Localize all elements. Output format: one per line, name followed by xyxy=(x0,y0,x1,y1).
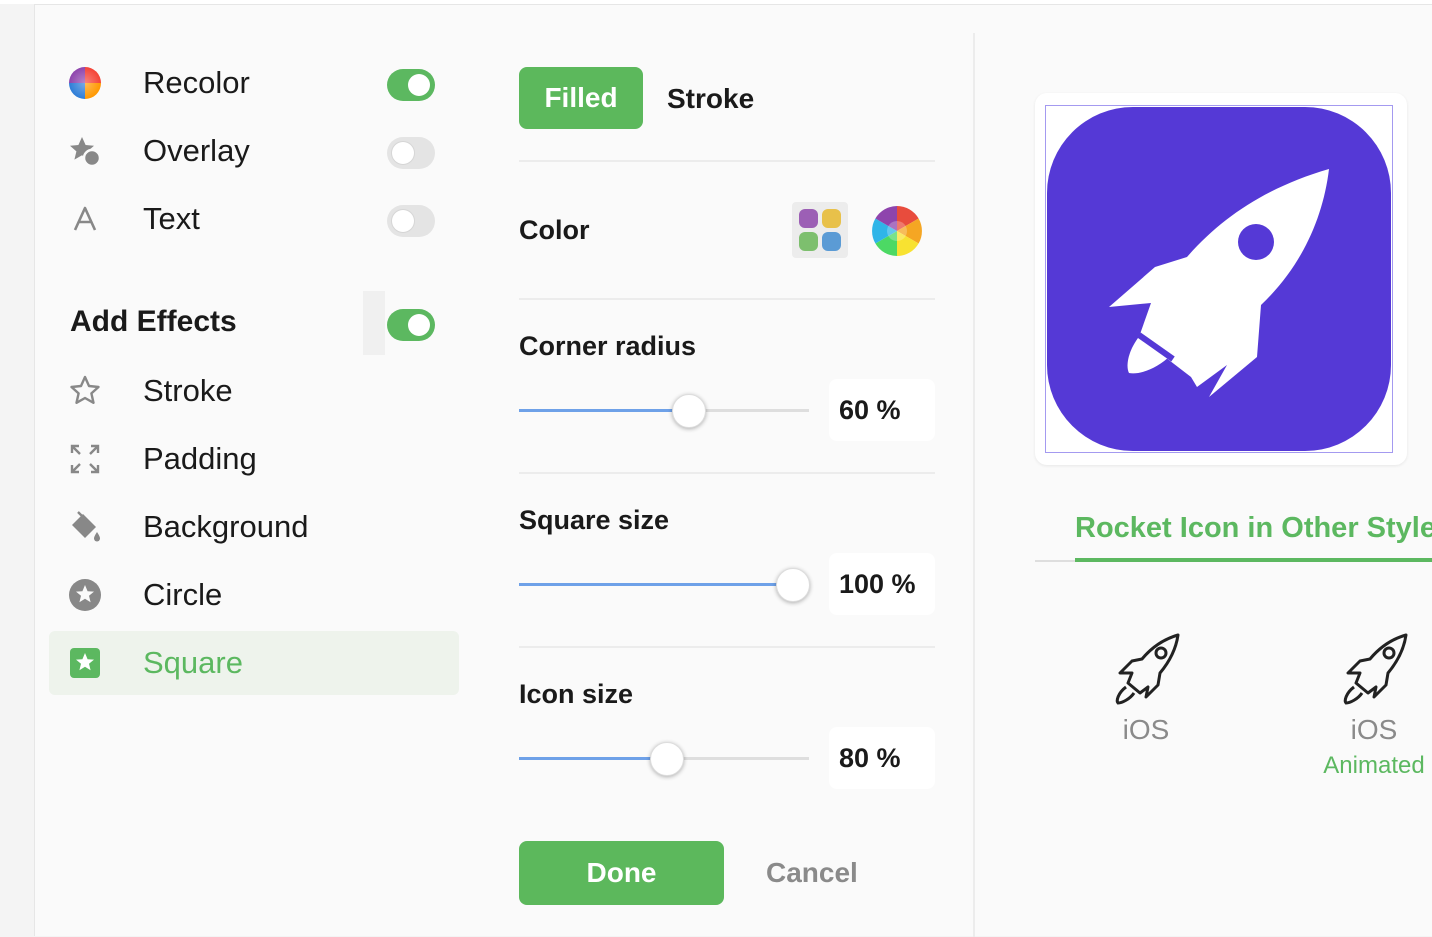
effect-label: Background xyxy=(143,509,309,544)
effects-toggle[interactable] xyxy=(387,309,435,341)
preview-square-background xyxy=(1047,107,1391,451)
text-toggle[interactable] xyxy=(387,205,435,237)
icon-preview-card xyxy=(1035,93,1407,465)
palette-button[interactable] xyxy=(792,202,848,258)
effect-label: Padding xyxy=(143,441,257,476)
effect-square[interactable]: Square xyxy=(49,631,459,695)
slider-fill xyxy=(519,583,793,586)
style-ios[interactable]: iOS xyxy=(1101,631,1191,746)
rocket-outline-icon xyxy=(1343,633,1408,705)
icon-size-slider[interactable] xyxy=(519,738,809,778)
recolor-toggle[interactable] xyxy=(387,69,435,101)
style-ios-animated[interactable]: iOS Animated xyxy=(1315,631,1432,780)
rocket-icon xyxy=(1109,169,1329,397)
rocket-outline-icon xyxy=(1115,633,1180,705)
style-label: iOS xyxy=(1122,714,1170,745)
menu-item-label: Overlay xyxy=(143,133,250,168)
menu-item-label: Recolor xyxy=(143,65,250,100)
divider xyxy=(519,160,935,162)
star-overlay-icon xyxy=(67,133,103,169)
cancel-button[interactable]: Cancel xyxy=(766,857,858,889)
palette-swatch-purple xyxy=(799,209,818,228)
square-size-slider[interactable] xyxy=(519,564,810,604)
effect-label: Square xyxy=(143,645,243,680)
effect-label: Stroke xyxy=(143,373,233,408)
other-styles-tab[interactable]: Rocket Icon in Other Styles xyxy=(1075,512,1432,545)
color-wheel-icon xyxy=(872,206,922,256)
corner-radius-slider[interactable] xyxy=(519,390,809,430)
corner-radius-value[interactable]: 60 % xyxy=(829,379,935,441)
add-effects-heading: Add Effects xyxy=(70,305,237,338)
color-label: Color xyxy=(519,215,590,245)
slider-thumb[interactable] xyxy=(650,742,684,776)
paint-bucket-icon xyxy=(67,509,103,545)
color-wheel-icon xyxy=(67,65,103,101)
star-outline-icon xyxy=(67,373,103,409)
divider xyxy=(519,298,935,300)
panel-separator xyxy=(973,33,975,937)
palette-swatch-green xyxy=(799,232,818,251)
done-button[interactable]: Done xyxy=(519,841,724,905)
divider xyxy=(519,646,935,648)
effects-toggle-shadow xyxy=(363,291,385,355)
star-circle-icon xyxy=(67,577,103,613)
icon-editor-window: Recolor Overlay Text Add Effects Stroke xyxy=(34,4,1432,937)
slider-fill xyxy=(519,409,689,412)
star-square-icon xyxy=(67,645,103,681)
icon-size-value[interactable]: 80 % xyxy=(829,727,935,789)
corner-radius-label: Corner radius xyxy=(519,331,697,361)
slider-thumb[interactable] xyxy=(776,568,810,602)
text-icon xyxy=(67,201,103,237)
slider-thumb[interactable] xyxy=(672,394,706,428)
tab-filled[interactable]: Filled xyxy=(519,67,643,129)
active-tab-indicator xyxy=(1075,558,1432,562)
slider-fill xyxy=(519,757,667,760)
expand-arrows-icon xyxy=(67,441,103,477)
style-sublabel: Animated xyxy=(1323,752,1425,779)
square-size-value[interactable]: 100 % xyxy=(829,553,935,615)
menu-item-label: Text xyxy=(143,201,200,236)
palette-swatch-yellow xyxy=(822,209,841,228)
square-size-label: Square size xyxy=(519,505,670,535)
overlay-toggle[interactable] xyxy=(387,137,435,169)
palette-swatch-blue xyxy=(822,232,841,251)
effect-label: Circle xyxy=(143,577,223,612)
divider xyxy=(519,472,935,474)
tab-stroke[interactable]: Stroke xyxy=(667,83,754,115)
icon-size-label: Icon size xyxy=(519,679,634,709)
color-wheel-button[interactable] xyxy=(871,205,923,257)
style-label: iOS xyxy=(1350,714,1398,745)
